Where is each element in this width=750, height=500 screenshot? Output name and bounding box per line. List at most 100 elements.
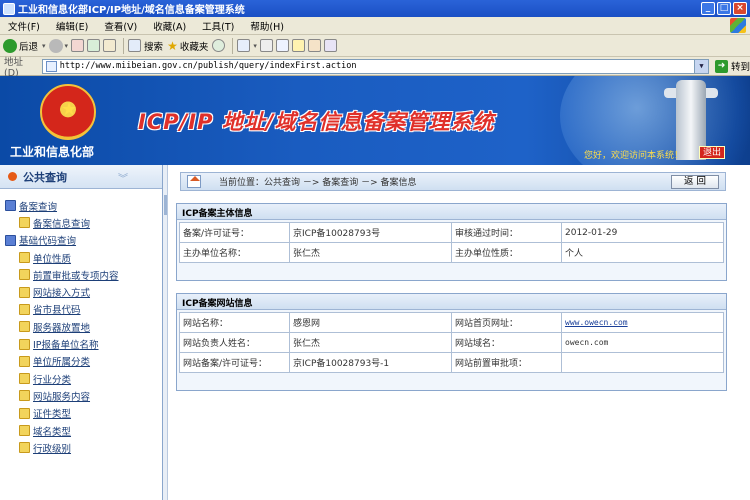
- maximize-button[interactable]: □: [717, 2, 731, 15]
- field-label: 网站首页网址：: [451, 312, 562, 333]
- sidebar-item-label: IP报备单位名称: [33, 340, 99, 352]
- sidebar-item-admin-level[interactable]: 行政级别: [0, 439, 162, 456]
- sidebar-item-label: 省市县代码: [33, 305, 81, 317]
- field-value: 感恩网: [289, 312, 452, 333]
- forward-arrow-icon[interactable]: [48, 38, 63, 53]
- field-value: www.owecn.com: [561, 312, 724, 333]
- go-button[interactable]: ➜ 转到: [715, 59, 750, 73]
- sidebar-item-service-content[interactable]: 网站服务内容: [0, 387, 162, 404]
- back-dropdown-icon[interactable]: ▾: [42, 42, 46, 50]
- address-url: http://www.miibeian.gov.cn/publish/query…: [59, 61, 357, 71]
- sidebar-item-label: 行政级别: [33, 443, 72, 455]
- search-button[interactable]: 搜索: [128, 39, 163, 53]
- exit-button[interactable]: 退出: [699, 146, 725, 159]
- research-icon[interactable]: [307, 39, 321, 52]
- sidebar-item-label: 单位所属分类: [33, 357, 91, 369]
- sidebar-item-unit-nature[interactable]: 单位性质: [0, 249, 162, 266]
- page-icon: [19, 269, 30, 281]
- field-value: 京ICP备10028793号-1: [289, 352, 452, 373]
- sidebar-item-label: 备案信息查询: [33, 218, 91, 230]
- forward-dropdown-icon[interactable]: ▾: [65, 42, 69, 50]
- sidebar-item-record-query[interactable]: 备案查询: [0, 197, 162, 214]
- sidebar-item-label: 基础代码查询: [19, 236, 77, 248]
- return-button[interactable]: 返 回: [671, 175, 719, 189]
- ie-app-icon: [3, 2, 15, 15]
- sidebar-item-label: 行业分类: [33, 374, 72, 386]
- table-row: 备案/许可证号： 京ICP备10028793号 审核通过时间： 2012-01-…: [179, 222, 724, 243]
- mail-icon[interactable]: [237, 39, 251, 52]
- sidebar-item-label: 域名类型: [33, 426, 72, 438]
- table-row: 网站负责人姓名： 张仁杰 网站域名： owecn.com: [179, 332, 724, 353]
- sidebar-item-label: 前置审批或专项内容: [33, 270, 119, 282]
- welcome-text: 您好，欢迎访问本系统！: [584, 151, 684, 161]
- address-bar: 地址(D) http://www.miibeian.gov.cn/publish…: [0, 57, 750, 79]
- sidebar-item-unit-category[interactable]: 单位所属分类: [0, 353, 162, 370]
- mail-dropdown-icon[interactable]: ▾: [253, 42, 257, 50]
- messenger-icon[interactable]: [323, 39, 337, 52]
- sidebar-item-server-location[interactable]: 服务器放置地: [0, 318, 162, 335]
- sidebar-item-pre-approval[interactable]: 前置审批或专项内容: [0, 266, 162, 283]
- sidebar-item-label: 服务器放置地: [33, 322, 91, 334]
- sidebar-item-region-code[interactable]: 省市县代码: [0, 301, 162, 318]
- folder-icon: [5, 234, 16, 246]
- toolbar-separator: [123, 37, 125, 54]
- field-value: owecn.com: [561, 332, 724, 353]
- stop-icon[interactable]: [71, 39, 85, 52]
- discuss-icon[interactable]: [291, 39, 305, 52]
- table-row: 网站备案/许可证号： 京ICP备10028793号-1 网站前置审批项：: [179, 352, 724, 373]
- windows-logo-icon: [730, 18, 746, 33]
- go-label: 转到: [731, 62, 750, 73]
- sidebar-item-certificate-type[interactable]: 证件类型: [0, 405, 162, 422]
- back-button[interactable]: 后退: [3, 38, 38, 53]
- menu-file[interactable]: 文件(F): [0, 19, 48, 33]
- field-label: 网站名称：: [179, 312, 290, 333]
- address-input[interactable]: http://www.miibeian.gov.cn/publish/query…: [41, 58, 710, 74]
- menu-tools[interactable]: 工具(T): [194, 19, 242, 33]
- sidebar-tree: 备案查询 备案信息查询 基础代码查询 单位性质 前置审批或专项内容 网站接入方式…: [0, 189, 162, 456]
- menu-view[interactable]: 查看(V): [96, 19, 145, 33]
- menu-bar: 文件(F) 编辑(E) 查看(V) 收藏(A) 工具(T) 帮助(H): [0, 17, 750, 35]
- sidebar-item-label: 备案查询: [19, 201, 58, 213]
- national-emblem-icon: [40, 84, 96, 140]
- field-label: 网站域名：: [451, 332, 562, 353]
- menu-help[interactable]: 帮助(H): [242, 19, 292, 33]
- page-icon: [19, 338, 30, 350]
- edit-icon[interactable]: [275, 39, 289, 52]
- sidebar-item-label: 证件类型: [33, 409, 72, 421]
- search-label: 搜索: [144, 41, 164, 53]
- close-button[interactable]: ×: [733, 2, 747, 15]
- browser-toolbar: 后退 ▾ ▾ 搜索 ★ 收藏夹 ▾: [0, 35, 750, 57]
- collapse-icon[interactable]: ︾: [118, 170, 128, 185]
- panel-title: ICP备案主体信息: [177, 204, 726, 220]
- system-title: ICP/IP 地址/域名信息备案管理系统: [138, 110, 495, 134]
- page-icon: [19, 286, 30, 298]
- sidebar-item-access-method[interactable]: 网站接入方式: [0, 283, 162, 300]
- field-label: 审核通过时间：: [451, 222, 562, 243]
- minimize-button[interactable]: _: [701, 2, 715, 15]
- sidebar-item-record-info-query[interactable]: 备案信息查询: [0, 214, 162, 231]
- field-label: 备案/许可证号：: [179, 222, 290, 243]
- sidebar-item-base-code-query[interactable]: 基础代码查询: [0, 232, 162, 249]
- sidebar-item-industry[interactable]: 行业分类: [0, 370, 162, 387]
- field-label: 主办单位性质：: [451, 242, 562, 263]
- splitter-grip[interactable]: [164, 195, 167, 215]
- refresh-icon[interactable]: [87, 39, 101, 52]
- field-value: 京ICP备10028793号: [289, 222, 452, 243]
- favorites-button[interactable]: ★ 收藏夹: [167, 39, 208, 53]
- sidebar-item-ip-unit-name[interactable]: IP报备单位名称: [0, 335, 162, 352]
- page-icon: [19, 355, 30, 367]
- toolbar-separator: [232, 37, 234, 54]
- home-icon[interactable]: [103, 39, 117, 52]
- menu-favorites[interactable]: 收藏(A): [145, 19, 194, 33]
- print-icon[interactable]: [259, 39, 273, 52]
- home-icon[interactable]: [187, 175, 201, 188]
- breadcrumb-text: 当前位置：公共查询 －> 备案查询 －> 备案信息: [219, 178, 417, 188]
- star-icon: ★: [167, 38, 178, 53]
- table-row: 主办单位名称： 张仁杰 主办单位性质： 个人: [179, 242, 724, 263]
- menu-edit[interactable]: 编辑(E): [48, 19, 96, 33]
- address-dropdown-icon[interactable]: ▼: [694, 59, 709, 73]
- sidebar-item-label: 网站接入方式: [33, 288, 91, 300]
- history-icon[interactable]: [212, 39, 226, 52]
- sidebar-item-domain-type[interactable]: 域名类型: [0, 422, 162, 439]
- website-url-link[interactable]: www.owecn.com: [565, 318, 628, 327]
